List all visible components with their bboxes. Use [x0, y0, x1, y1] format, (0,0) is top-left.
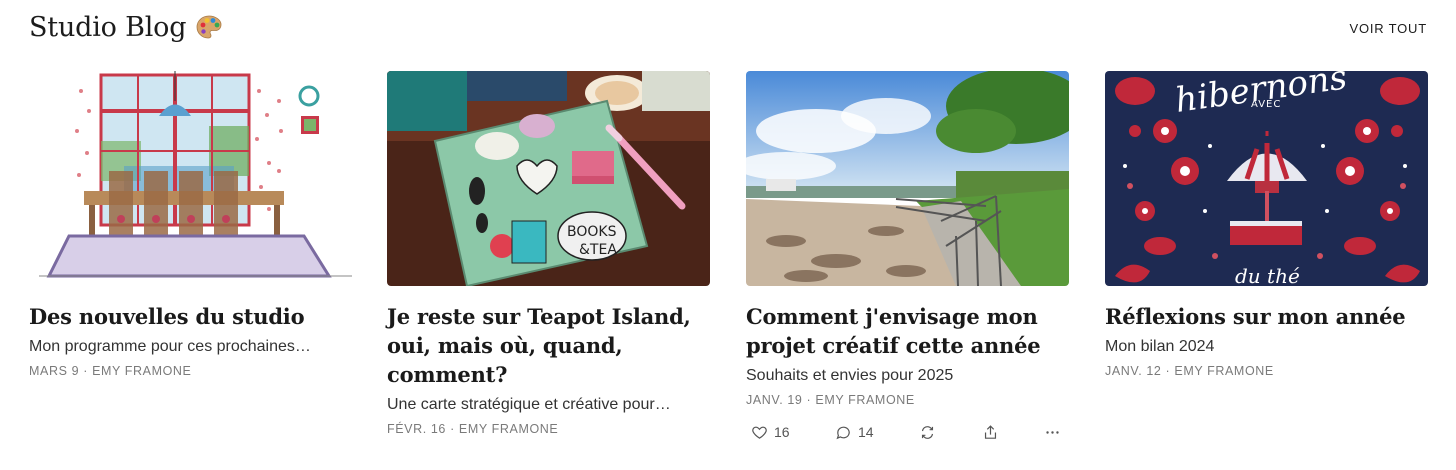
comment-count: 14	[858, 424, 874, 440]
image-text-middle: AVEC	[1251, 99, 1281, 110]
notebook-stickers-photo: BOOKS &TEA	[387, 71, 710, 286]
post-card[interactable]: hibernons AVEC du thé Réflexions sur mon…	[1105, 71, 1428, 378]
post-thumbnail[interactable]	[29, 71, 352, 286]
post-author[interactable]: EMY FRAMONE	[92, 364, 191, 378]
post-meta: MARS 9 · EMY FRAMONE	[29, 364, 352, 378]
heart-icon	[752, 426, 767, 439]
like-button[interactable]: 16	[751, 424, 835, 441]
post-date: FÉVR. 16	[387, 422, 446, 436]
post-author[interactable]: EMY FRAMONE	[1174, 364, 1273, 378]
share-button[interactable]	[982, 424, 1044, 441]
post-subtitle: Une carte stratégique et créative pour…	[387, 396, 671, 413]
meta-separator: ·	[1165, 364, 1171, 378]
restack-button[interactable]	[919, 424, 982, 441]
post-subtitle: Souhaits et envies pour 2025	[746, 367, 954, 384]
comment-button[interactable]: 14	[835, 424, 919, 441]
share-icon	[984, 424, 997, 439]
post-title[interactable]: Réflexions sur mon année	[1105, 302, 1428, 331]
post-subtitle: Mon bilan 2024	[1105, 338, 1215, 355]
post-thumbnail[interactable]: BOOKS &TEA	[387, 71, 710, 286]
post-author[interactable]: EMY FRAMONE	[815, 393, 914, 407]
svg-text:BOOKS: BOOKS	[567, 224, 617, 240]
dining-room-illustration	[29, 71, 352, 286]
post-date: MARS 9	[29, 364, 80, 378]
post-card[interactable]: BOOKS &TEA Je reste sur Teapot Island, o…	[387, 71, 710, 436]
section-header: Studio Blog VOIR TOUT	[29, 10, 1427, 50]
comment-icon	[836, 426, 850, 439]
post-date: JANV. 12	[1105, 364, 1162, 378]
post-title[interactable]: Je reste sur Teapot Island, oui, mais où…	[387, 302, 710, 389]
palette-icon	[196, 15, 222, 38]
post-date: JANV. 19	[746, 393, 803, 407]
meta-separator: ·	[83, 364, 88, 378]
view-all-link[interactable]: VOIR TOUT	[1349, 21, 1427, 36]
more-icon	[1046, 430, 1059, 434]
post-card[interactable]: Comment j'envisage mon projet créatif ce…	[746, 71, 1069, 407]
post-card[interactable]: Des nouvelles du studio Mon programme po…	[29, 71, 352, 378]
post-subtitle: Mon programme pour ces prochaines…	[29, 338, 311, 355]
post-thumbnail[interactable]: hibernons AVEC du thé	[1105, 71, 1428, 286]
post-meta: FÉVR. 16 · EMY FRAMONE	[387, 422, 710, 436]
section-title-text: Studio Blog	[29, 12, 187, 43]
post-meta: JANV. 12 · EMY FRAMONE	[1105, 364, 1428, 378]
more-options-button[interactable]	[1044, 424, 1061, 441]
post-author[interactable]: EMY FRAMONE	[459, 422, 558, 436]
post-title[interactable]: Comment j'envisage mon projet créatif ce…	[746, 302, 1069, 360]
post-thumbnail[interactable]	[746, 71, 1069, 286]
svg-text:&TEA: &TEA	[579, 242, 617, 258]
meta-separator: ·	[450, 422, 455, 436]
seaside-promenade-photo	[746, 71, 1069, 286]
like-count: 16	[774, 424, 790, 440]
image-text-bottom: du thé	[1235, 264, 1300, 286]
post-actions: 16 14	[751, 421, 1061, 443]
post-meta: JANV. 19 · EMY FRAMONE	[746, 393, 1069, 407]
hibernons-illustration: hibernons AVEC du thé	[1105, 71, 1428, 286]
post-title[interactable]: Des nouvelles du studio	[29, 302, 352, 331]
restack-icon	[921, 425, 934, 439]
section-title[interactable]: Studio Blog	[29, 12, 224, 43]
meta-separator: ·	[806, 393, 812, 407]
